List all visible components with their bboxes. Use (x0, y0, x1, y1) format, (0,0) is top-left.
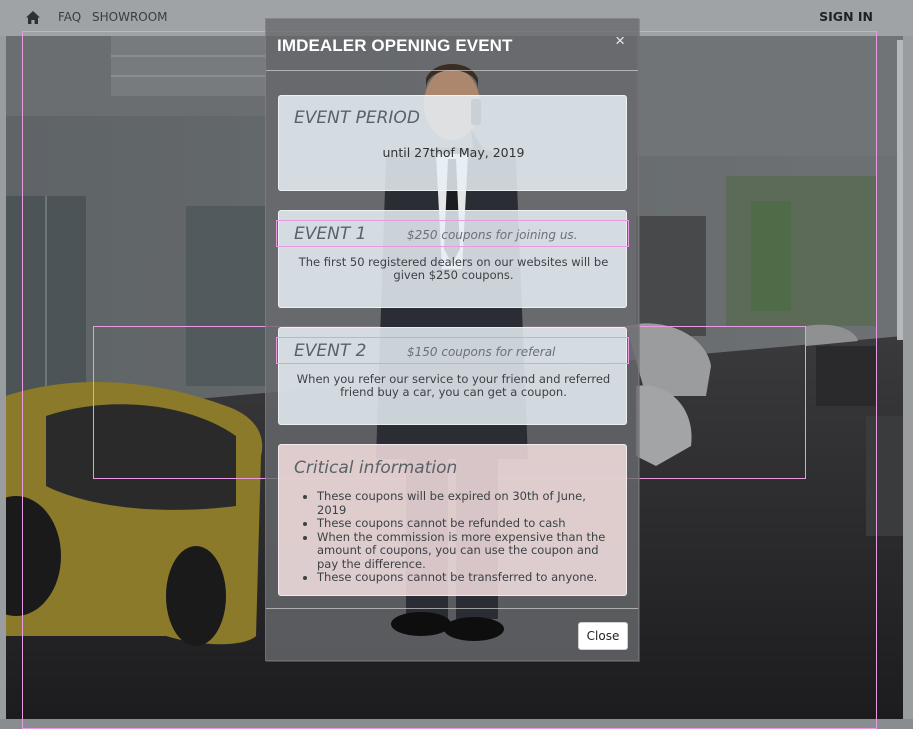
event-2-card: EVENT 2 $150 coupons for referal When yo… (276, 327, 629, 425)
event-1-heading: EVENT 1 (294, 224, 367, 244)
critical-info-list: These coupons will be expired on 30th of… (317, 489, 607, 585)
event-period-card: EVENT PERIOD until 27thof May, 2019 (278, 95, 627, 191)
sign-in-link[interactable]: SIGN IN (819, 9, 873, 24)
event-1-card: EVENT 1 $250 coupons for joining us. The… (276, 210, 629, 308)
critical-info-heading: Critical information (294, 458, 458, 478)
event-modal: IMDEALER OPENING EVENT × EVENT PERIOD un… (265, 18, 640, 662)
close-icon[interactable]: × (615, 32, 625, 49)
list-item: When the commission is more expensive th… (317, 530, 607, 572)
event-2-heading: EVENT 2 (294, 341, 367, 361)
event-period-heading: EVENT PERIOD (294, 108, 420, 128)
close-button[interactable]: Close (578, 622, 628, 650)
list-item: These coupons cannot be transferred to a… (317, 570, 607, 585)
critical-info-card: Critical information These coupons will … (278, 444, 627, 596)
bottom-strip (0, 719, 913, 729)
modal-header: IMDEALER OPENING EVENT × (266, 19, 638, 71)
nav-link-showroom[interactable]: SHOWROOM (92, 10, 168, 24)
right-edge (903, 36, 913, 720)
modal-footer: Close (266, 608, 638, 660)
modal-title: IMDEALER OPENING EVENT (277, 36, 513, 55)
nav-link-faq[interactable]: FAQ (58, 10, 81, 24)
event-1-subtitle: $250 coupons for joining us. (407, 228, 578, 242)
event-2-subtitle: $150 coupons for referal (407, 345, 556, 359)
list-item: These coupons cannot be refunded to cash (317, 516, 607, 531)
page-scrollbar[interactable] (897, 40, 903, 340)
event-2-text: When you refer our service to your frien… (296, 372, 611, 399)
list-item: These coupons will be expired on 30th of… (317, 489, 607, 517)
event-period-text: until 27thof May, 2019 (382, 145, 525, 160)
event-1-text: The first 50 registered dealers on our w… (298, 255, 609, 282)
home-icon[interactable] (26, 11, 40, 24)
